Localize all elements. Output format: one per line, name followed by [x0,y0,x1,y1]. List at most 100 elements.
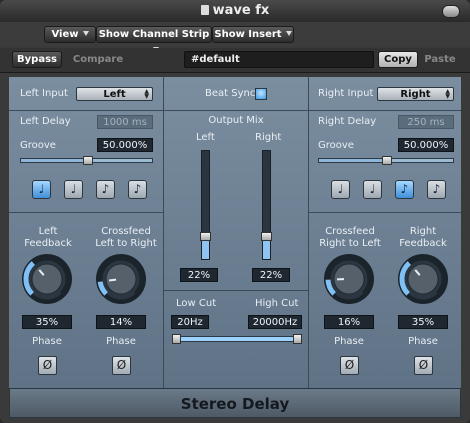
output-mix-right-thumb[interactable] [261,231,272,241]
right-note-eighth-button[interactable]: ♪ [395,180,414,199]
right-feedback-knob[interactable] [398,254,448,304]
high-cut-label: High Cut [255,298,299,309]
paste-button[interactable]: Paste [420,51,460,68]
bypass-label: Bypass [17,54,57,65]
toolbar-bottom: Bypass Compare ◀ ▶ #default Copy Paste [0,48,470,116]
toolbar-toggle-button[interactable] [442,5,460,18]
show-insert-label: Show Insert [214,29,282,40]
right-delay-label: Right Delay [318,116,377,127]
high-cut-value[interactable]: 20000Hz [248,315,302,329]
left-note-dotted-quarter-button[interactable]: ♩ [64,180,83,199]
left-groove-slider-fill [21,159,87,162]
right-groove-slider[interactable] [318,156,454,165]
right-note-dotted-eighth-button[interactable]: ♪ [427,180,446,199]
right-groove-field[interactable]: 50.000% [398,138,454,152]
right-phase-label: Phase [408,336,438,347]
right-input-select[interactable]: Right ▲ ▼ [377,87,454,101]
left-groove-label: Groove [20,140,56,151]
right-note-dotted-quarter-button[interactable]: ♩ [363,180,382,199]
crossfeed-phase-label: Phase [106,336,136,347]
plugin-footer: Stereo Delay [9,388,461,418]
divider [9,110,164,111]
output-mix-label: Output Mix [208,115,264,126]
high-cut-thumb[interactable] [293,334,302,344]
toolbar-top: View Show Channel Strip Show Insert [0,22,470,65]
low-cut-value[interactable]: 20Hz [171,315,209,329]
title-bar[interactable]: wave fx [0,0,470,23]
copy-button[interactable]: Copy [378,51,418,68]
left-groove-slider[interactable] [20,156,153,165]
preset-name: #default [191,54,240,65]
crossfeed-rl-phase-invert-button[interactable]: Ø [340,356,359,375]
low-cut-label: Low Cut [176,298,217,309]
crossfeed-left-to-right-label: Crossfeed Left to Right [95,226,157,249]
right-phase-invert-button[interactable]: Ø [414,356,433,375]
document-icon [200,5,209,15]
right-groove-slider-fill [319,159,386,162]
output-mix-left-thumb[interactable] [200,231,211,241]
left-feedback-label: Left Feedback [24,226,72,249]
show-channel-strip-label: Show Channel Strip [98,29,210,40]
divider [164,290,308,291]
right-groove-label: Groove [318,140,354,151]
right-input-label: Right Input [318,88,374,99]
show-channel-strip-menu[interactable]: Show Channel Strip [96,26,212,52]
chevron-down-icon [285,31,292,36]
left-phase-invert-button[interactable]: Ø [38,356,57,375]
beat-sync-label: Beat Sync [205,88,256,99]
left-groove-slider-thumb[interactable] [82,156,93,165]
beat-sync-toggle[interactable] [255,88,267,100]
divider [308,110,461,111]
left-delay-field[interactable]: 1000 ms [97,115,153,129]
crossfeed-left-to-right-value[interactable]: 14% [96,315,146,329]
up-down-arrows-icon: ▲ ▼ [144,88,149,100]
view-menu[interactable]: View [44,26,96,43]
left-feedback-knob[interactable] [22,254,72,304]
left-input-value: Left [103,89,126,100]
crossfeed-left-to-right-knob[interactable] [96,254,146,304]
left-note-dotted-eighth-button[interactable]: ♪ [128,180,147,199]
divider [164,110,308,111]
bypass-button[interactable]: Bypass [12,51,62,68]
right-feedback-label: Right Feedback [399,226,447,249]
output-mix-right-label: Right [255,132,282,143]
cut-range-slider[interactable] [172,334,302,344]
right-delay-field[interactable]: 250 ms [398,115,454,129]
output-mix-left-label: Left [196,132,215,143]
left-note-quarter-button[interactable]: ♩ [32,180,51,199]
paste-label: Paste [424,54,456,65]
preset-menu[interactable]: #default [184,51,374,68]
output-mix-left-value[interactable]: 22% [180,268,218,282]
chevron-down-icon [82,31,89,36]
left-groove-field[interactable]: 50.000% [97,138,153,152]
crossfeed-right-to-left-value[interactable]: 16% [324,315,374,329]
left-input-select[interactable]: Left ▲ ▼ [76,87,153,101]
output-mix-right-value[interactable]: 22% [252,268,290,282]
compare-label: Compare [72,54,124,65]
left-phase-label: Phase [32,336,62,347]
window-title: wave fx [0,3,470,18]
right-input-value: Right [400,89,431,100]
left-feedback-value[interactable]: 35% [22,315,72,329]
crossfeed-right-to-left-knob[interactable] [324,254,374,304]
low-cut-thumb[interactable] [172,334,181,344]
left-delay-label: Left Delay [20,116,71,127]
right-groove-slider-thumb[interactable] [382,156,392,165]
plugin-name: Stereo Delay [180,395,290,413]
right-note-quarter-button[interactable]: ♩ [331,180,350,199]
left-input-label: Left Input [20,88,68,99]
view-menu-label: View [51,29,79,40]
window-title-text: wave fx [212,3,270,18]
output-mix-left-fader[interactable] [200,150,211,260]
divider [308,212,461,213]
left-note-eighth-button[interactable]: ♪ [96,180,115,199]
plugin-window: wave fx View Show Channel Strip Show Ins… [0,0,470,423]
crossfeed-lr-phase-invert-button[interactable]: Ø [112,356,131,375]
output-mix-right-fader[interactable] [261,150,272,260]
divider [9,212,164,213]
crossfeed-right-to-left-label: Crossfeed Right to Left [319,226,381,249]
right-feedback-value[interactable]: 35% [398,315,448,329]
crossfeed-rl-phase-label: Phase [334,336,364,347]
compare-button[interactable]: Compare [66,51,130,68]
show-insert-menu[interactable]: Show Insert [212,26,294,43]
